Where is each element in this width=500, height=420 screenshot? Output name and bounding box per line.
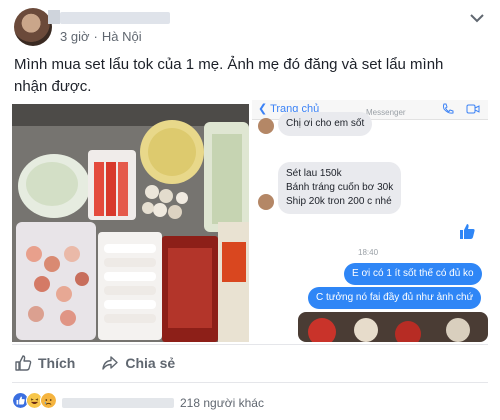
phone-icon bbox=[443, 103, 454, 114]
sender-avatar bbox=[258, 118, 274, 134]
censor-block bbox=[48, 10, 60, 24]
post-time[interactable]: 3 giờ bbox=[60, 29, 90, 44]
sad-reaction-icon bbox=[40, 392, 57, 409]
thumbs-up-icon bbox=[460, 224, 475, 239]
food-set-image bbox=[12, 104, 249, 342]
message-bubble-sent: C tưởng nó fai đầy đủ như ảnh chứ bbox=[308, 287, 482, 309]
reaction-icons[interactable] bbox=[12, 392, 57, 409]
reactor-names-redacted[interactable] bbox=[62, 398, 174, 408]
divider bbox=[12, 344, 488, 345]
sender-avatar bbox=[258, 194, 274, 210]
post-actions: Thích Chia sẻ bbox=[14, 352, 175, 374]
avatar[interactable] bbox=[14, 8, 52, 46]
share-button[interactable]: Chia sẻ bbox=[101, 354, 175, 372]
post-meta: 3 giờ · Hà Nội bbox=[60, 29, 142, 44]
message-bubble: Sét lau 150k Bánh tráng cuốn bơ 30k Ship… bbox=[278, 162, 402, 214]
poster-name-redacted[interactable] bbox=[60, 12, 170, 24]
divider bbox=[12, 382, 488, 383]
post-location[interactable]: Hà Nội bbox=[102, 29, 142, 44]
video-call-icon bbox=[466, 104, 480, 114]
message-bubble-sent: E ơi có 1 ít sốt thế có đủ ko bbox=[344, 263, 482, 285]
like-label: Thích bbox=[38, 355, 76, 371]
food-set-photo[interactable] bbox=[12, 104, 249, 342]
like-button[interactable]: Thích bbox=[14, 354, 75, 372]
message-timestamp: 18:40 bbox=[358, 248, 379, 257]
message-bubble: Chị ơi cho em sốt bbox=[278, 112, 373, 136]
more-options-icon[interactable] bbox=[468, 12, 486, 24]
share-arrow-icon bbox=[102, 356, 119, 370]
thumbs-up-icon bbox=[15, 355, 32, 371]
messenger-screenshot[interactable]: ❮ Trang chủ Messenger Chị ơi cho em sốt … bbox=[252, 100, 488, 342]
attached-photo-preview bbox=[298, 312, 488, 342]
post-text: Mình mua set lẩu tok của 1 mẹ. Ảnh mẹ đó… bbox=[14, 56, 444, 95]
meta-separator: · bbox=[93, 29, 98, 44]
share-label: Chia sẻ bbox=[125, 355, 176, 371]
messenger-app-label: Messenger bbox=[366, 108, 406, 117]
reaction-count[interactable]: 218 người khác bbox=[180, 396, 264, 410]
call-icons bbox=[442, 103, 480, 115]
post-header: 3 giờ · Hà Nội bbox=[14, 8, 486, 50]
